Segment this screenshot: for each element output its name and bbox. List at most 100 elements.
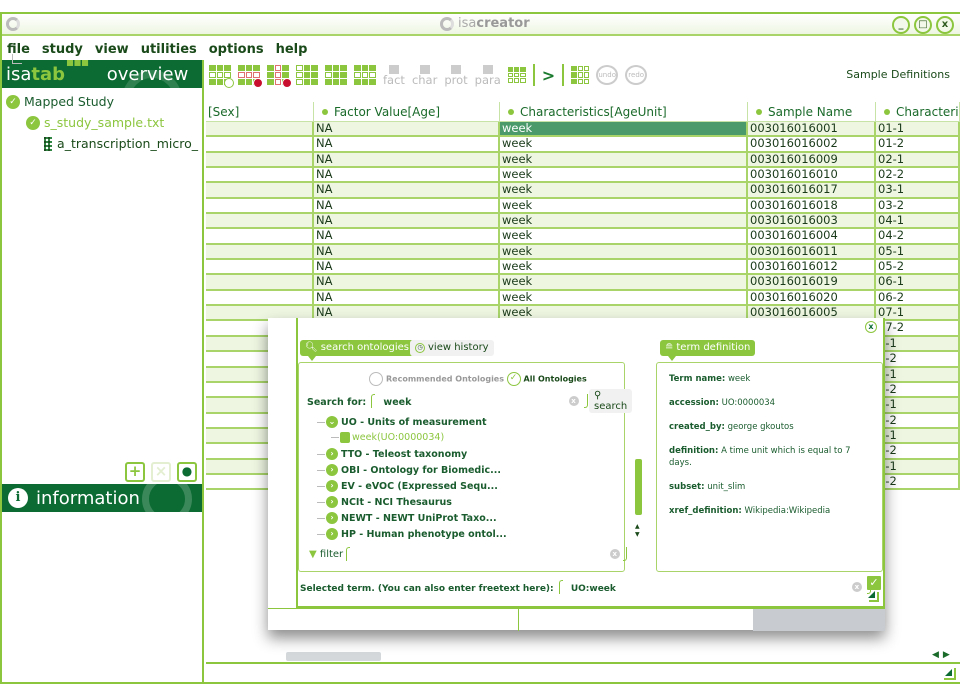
chevron-right-icon[interactable]: > <box>542 66 555 85</box>
column-header[interactable]: [Sex] <box>206 102 314 121</box>
menu-utilities[interactable]: utilities <box>141 42 197 57</box>
close-button[interactable]: x <box>936 16 954 34</box>
table-cell[interactable]: week <box>500 260 748 274</box>
view-dots-button[interactable]: ● <box>177 462 197 482</box>
add-characteristic-button[interactable]: char <box>412 64 437 86</box>
table-cell[interactable]: 9-2 <box>876 382 960 397</box>
table-cell[interactable]: 06-2 <box>876 290 960 305</box>
add-button[interactable]: + <box>125 462 145 482</box>
remove-button[interactable]: × <box>151 462 171 482</box>
table-cell[interactable]: 003016016018 <box>748 198 876 213</box>
table-cell[interactable] <box>206 244 314 259</box>
resize-grip-icon[interactable] <box>944 668 956 680</box>
menu-options[interactable]: options <box>209 42 264 57</box>
table-cell[interactable]: 003016016020 <box>748 290 876 305</box>
table-cell[interactable]: 003016016019 <box>748 275 876 289</box>
undo-button[interactable]: undo <box>596 65 619 85</box>
column-header[interactable]: Factor Value[Age] <box>314 102 500 121</box>
table-cell[interactable]: NA <box>314 260 500 274</box>
add-parameter-button[interactable]: para <box>475 64 501 86</box>
table-cell[interactable]: 04-2 <box>876 229 960 243</box>
menu-study[interactable]: study <box>42 42 83 57</box>
table-cell[interactable]: 003016016003 <box>748 214 876 228</box>
table-cell[interactable]: 003016016004 <box>748 229 876 243</box>
move-down-button[interactable] <box>325 65 347 85</box>
table-cell[interactable]: 03-2 <box>876 198 960 213</box>
vertical-scrollbar[interactable] <box>635 459 642 515</box>
ontology-node[interactable]: › OBI - Ontology for Biomedic... <box>317 464 501 476</box>
table-cell[interactable]: 01-2 <box>876 137 960 151</box>
table-cell[interactable]: 07-1 <box>876 306 960 320</box>
table-cell[interactable] <box>206 137 314 151</box>
table-cell[interactable]: NA <box>314 137 500 151</box>
ontology-node[interactable]: › EV - eVOC (Expressed Sequ... <box>317 480 498 492</box>
remove-row-button[interactable] <box>238 65 263 88</box>
tree-node-assay-file[interactable]: a_transcription_micro_ <box>6 133 198 154</box>
tree-node-study-file[interactable]: ✓ s_study_sample.txt <box>6 54 198 133</box>
table-cell[interactable]: 04-1 <box>876 214 960 228</box>
table-cell[interactable]: 01-1 <box>876 122 960 136</box>
resize-grip-icon[interactable] <box>868 591 879 602</box>
clear-selected-icon[interactable]: x <box>851 581 862 592</box>
table-cell[interactable]: week <box>500 214 748 228</box>
table-cell[interactable]: 003016016011 <box>748 244 876 259</box>
table-cell[interactable] <box>206 290 314 305</box>
table-cell[interactable]: 1-1 <box>876 428 960 443</box>
table-cell[interactable]: NA <box>314 183 500 197</box>
table-view-button[interactable] <box>507 67 526 83</box>
table-cell[interactable]: NA <box>314 152 500 167</box>
table-cell[interactable] <box>206 214 314 228</box>
tab-view-history[interactable]: ◷ view history <box>410 340 494 356</box>
radio-all[interactable]: ✓ <box>506 372 521 386</box>
menu-help[interactable]: help <box>276 42 308 57</box>
add-factor-button[interactable]: fact <box>383 64 405 86</box>
table-cell[interactable]: NA <box>314 198 500 213</box>
table-cell[interactable]: week <box>500 122 748 136</box>
menu-view[interactable]: view <box>95 42 129 57</box>
table-cell[interactable]: week <box>500 229 748 243</box>
table-cell[interactable]: 003016016002 <box>748 137 876 151</box>
table-cell[interactable] <box>206 122 314 136</box>
table-cell[interactable]: 003016016001 <box>748 122 876 136</box>
scroll-arrows[interactable]: ▲ ▼ <box>635 523 640 539</box>
table-cell[interactable]: week <box>500 290 748 305</box>
table-cell[interactable] <box>206 183 314 197</box>
table-cell[interactable]: NA <box>314 244 500 259</box>
remove-column-button[interactable] <box>267 65 292 88</box>
table-cell[interactable]: 06-1 <box>876 275 960 289</box>
ontology-node[interactable]: › HP - Human phenotype ontol... <box>317 528 507 540</box>
table-cell[interactable]: 07-2 <box>876 321 960 335</box>
table-cell[interactable]: 2-1 <box>876 459 960 473</box>
radio-recommended[interactable] <box>369 372 383 386</box>
table-cell[interactable]: 02-1 <box>876 152 960 167</box>
table-cell[interactable]: week <box>500 183 748 197</box>
ontology-term-result[interactable]: week(UO:0000034) <box>331 432 444 443</box>
table-cell[interactable]: 8-1 <box>876 336 960 351</box>
table-cell[interactable] <box>206 198 314 213</box>
table-cell[interactable] <box>206 229 314 243</box>
table-cell[interactable]: 003016016012 <box>748 260 876 274</box>
table-cell[interactable]: NA <box>314 275 500 289</box>
tab-search-ontologies[interactable]: 🔍︎ search ontologies <box>300 340 414 361</box>
add-protocol-button[interactable]: prot <box>444 64 468 86</box>
column-header[interactable]: Characteristics <box>876 102 960 121</box>
copy-down-button[interactable] <box>354 65 376 85</box>
ontology-node[interactable]: › TTO - Teleost taxonomy <box>317 448 467 460</box>
table-cell[interactable]: week <box>500 152 748 167</box>
table-cell[interactable]: 003016016009 <box>748 152 876 167</box>
table-cell[interactable]: NA <box>314 168 500 182</box>
table-cell[interactable]: 03-1 <box>876 183 960 197</box>
tree-node-mapped-study[interactable]: ✓ Mapped Study <box>6 91 198 112</box>
table-cell[interactable]: week <box>500 244 748 259</box>
search-input[interactable]: week <box>383 397 563 408</box>
table-cell[interactable]: 0-1 <box>876 398 960 412</box>
move-up-button[interactable] <box>296 65 318 85</box>
table-cell[interactable]: week <box>500 275 748 289</box>
redo-button[interactable]: redo <box>625 65 648 85</box>
table-cell[interactable]: 05-1 <box>876 244 960 259</box>
table-cell[interactable]: 1-2 <box>876 444 960 458</box>
add-row-button[interactable] <box>209 65 234 88</box>
table-cell[interactable]: 2-2 <box>876 474 960 489</box>
ontology-node-uo[interactable]: ⌄ UO - Units of measurement <box>317 416 487 428</box>
table-cell[interactable]: week <box>500 198 748 213</box>
